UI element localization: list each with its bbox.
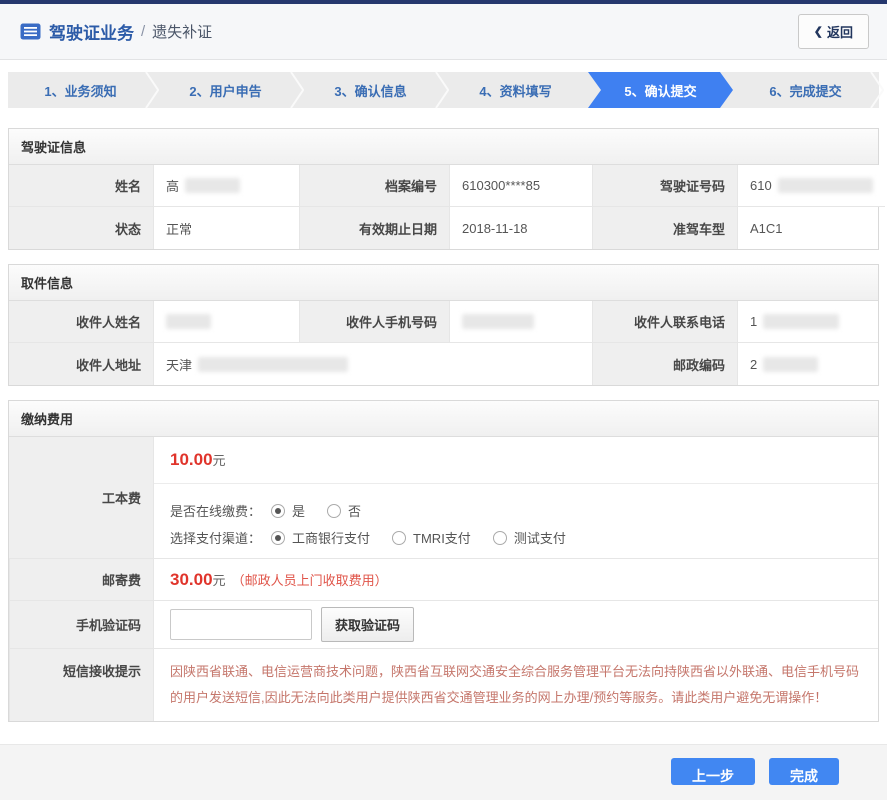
radio-channel-tmri[interactable]: TMRI支付 <box>392 528 471 547</box>
get-captcha-button[interactable]: 获取验证码 <box>321 607 414 642</box>
radio-icon[interactable] <box>327 504 341 518</box>
redacted-blur <box>778 178 873 193</box>
payment-channel-question-row: 选择支付渠道： 工商银行支付 TMRI支付 测试支付 <box>170 528 862 547</box>
work-fee-amount: 10.00 <box>170 450 213 469</box>
field-value-expiry-date: 2018-11-18 <box>449 207 592 249</box>
work-fee-amount-line: 10.00元 <box>154 437 878 483</box>
field-label-sms-tip: 短信接收提示 <box>9 649 153 721</box>
field-label-expiry-date: 有效期止日期 <box>299 207 449 249</box>
step-2-user-declaration[interactable]: 2、用户申告 <box>153 72 298 108</box>
step-separator <box>145 72 147 108</box>
work-fee-unit: 元 <box>213 453 226 468</box>
step-separator <box>870 72 872 108</box>
payment-options-block: 是否在线缴费： 是 否 选择支付渠道： 工商银行支付 TMRI支付 测试支付 <box>154 483 878 558</box>
redacted-blur <box>763 314 839 329</box>
step-separator <box>435 72 437 108</box>
pickup-info-section: 取件信息 收件人姓名 收件人手机号码 收件人联系电话 1 收件人地址 天津 邮政… <box>8 264 879 386</box>
section-title-fee: 缴纳费用 <box>9 401 878 437</box>
field-label-recipient-mobile: 收件人手机号码 <box>299 301 449 343</box>
step-3-confirm-info[interactable]: 3、确认信息 <box>298 72 443 108</box>
post-fee-amount: 30.00 <box>170 570 213 590</box>
page-title: 驾驶证业务 <box>49 19 134 44</box>
step-4-fill-materials[interactable]: 4、资料填写 <box>443 72 588 108</box>
payment-channel-question: 选择支付渠道： <box>170 528 261 547</box>
field-label-vehicle-class: 准驾车型 <box>592 207 737 249</box>
redacted-blur <box>185 178 240 193</box>
step-6-finish-submit[interactable]: 6、完成提交 <box>733 72 878 108</box>
license-info-table-row2: 状态 正常 有效期止日期 2018-11-18 准驾车型 A1C1 <box>9 207 878 249</box>
section-title-pickup: 取件信息 <box>9 265 878 301</box>
post-fee-unit: 元 <box>213 570 226 589</box>
field-value-recipient-name <box>153 301 299 343</box>
pickup-info-table-row2: 收件人地址 天津 邮政编码 2 <box>9 343 878 385</box>
section-title-license: 驾驶证信息 <box>9 129 878 165</box>
page-header: 驾驶证业务 / 遗失补证 ❮ 返回 <box>0 4 887 60</box>
redacted-blur <box>763 357 818 372</box>
fee-table: 工本费 10.00元 是否在线缴费： 是 否 选择支付渠道： 工商银行支付 TM… <box>9 437 878 721</box>
footer-bar: 上一步 完成 <box>0 744 887 800</box>
field-value-recipient-phone: 1 <box>737 301 878 343</box>
field-value-license-number: 610 <box>737 165 885 207</box>
pickup-info-table: 收件人姓名 收件人手机号码 收件人联系电话 1 <box>9 301 878 343</box>
field-label-work-fee: 工本费 <box>9 437 153 559</box>
field-label-postal-code: 邮政编码 <box>592 343 737 385</box>
captcha-cell: 获取验证码 <box>153 601 878 649</box>
back-button-label: 返回 <box>827 22 853 41</box>
radio-online-yes[interactable]: 是 <box>271 501 305 520</box>
step-separator <box>290 72 292 108</box>
field-label-captcha: 手机验证码 <box>9 601 153 649</box>
radio-channel-icbc[interactable]: 工商银行支付 <box>271 528 370 547</box>
license-info-table: 姓名 高 档案编号 610300****85 驾驶证号码 610 <box>9 165 878 207</box>
field-value-name: 高 <box>153 165 299 207</box>
radio-icon[interactable] <box>392 531 406 545</box>
radio-channel-test[interactable]: 测试支付 <box>493 528 566 547</box>
redacted-blur <box>166 314 211 329</box>
captcha-input[interactable] <box>170 609 312 640</box>
breadcrumb-separator: / <box>141 23 145 40</box>
field-label-status: 状态 <box>9 207 153 249</box>
finish-button[interactable]: 完成 <box>769 758 839 785</box>
radio-icon[interactable] <box>271 531 285 545</box>
step-wizard: 1、业务须知 2、用户申告 3、确认信息 4、资料填写 5、确认提交 6、完成提… <box>8 72 879 108</box>
work-fee-cell: 10.00元 是否在线缴费： 是 否 选择支付渠道： 工商银行支付 TMRI支付… <box>153 437 878 559</box>
post-fee-note: （邮政人员上门收取费用） <box>232 570 388 589</box>
fee-section: 缴纳费用 工本费 10.00元 是否在线缴费： 是 否 选择支付渠道： 工商银行… <box>8 400 879 722</box>
field-value-recipient-mobile <box>449 301 592 343</box>
online-payment-question: 是否在线缴费： <box>170 501 261 520</box>
step-5-confirm-submit[interactable]: 5、确认提交 <box>588 72 733 108</box>
radio-online-no[interactable]: 否 <box>327 501 361 520</box>
field-value-vehicle-class: A1C1 <box>737 207 878 249</box>
redacted-blur <box>462 314 534 329</box>
back-button[interactable]: ❮ 返回 <box>798 14 869 49</box>
radio-icon[interactable] <box>271 504 285 518</box>
field-label-file-number: 档案编号 <box>299 165 449 207</box>
sms-tip-cell: 因陕西省联通、电信运营商技术问题，陕西省互联网交通安全综合服务管理平台无法向持陕… <box>153 649 878 721</box>
radio-icon[interactable] <box>493 531 507 545</box>
field-label-recipient-name: 收件人姓名 <box>9 301 153 343</box>
field-label-license-number: 驾驶证号码 <box>592 165 737 207</box>
field-value-recipient-address: 天津 <box>153 343 592 385</box>
field-label-recipient-phone: 收件人联系电话 <box>592 301 737 343</box>
previous-step-button[interactable]: 上一步 <box>671 758 755 785</box>
redacted-blur <box>198 357 348 372</box>
field-value-file-number: 610300****85 <box>449 165 592 207</box>
field-label-name: 姓名 <box>9 165 153 207</box>
field-value-postal-code: 2 <box>737 343 878 385</box>
field-value-status: 正常 <box>153 207 299 249</box>
online-payment-question-row: 是否在线缴费： 是 否 <box>170 501 862 520</box>
field-label-post-fee: 邮寄费 <box>9 559 153 601</box>
field-label-recipient-address: 收件人地址 <box>9 343 153 385</box>
breadcrumb-current: 遗失补证 <box>152 21 212 42</box>
step-bar-filler <box>878 72 879 108</box>
license-info-section: 驾驶证信息 姓名 高 档案编号 610300****85 驾驶证号码 610 状… <box>8 128 879 250</box>
list-icon <box>20 23 41 40</box>
chevron-left-icon: ❮ <box>814 25 823 38</box>
sms-tip-text: 因陕西省联通、电信运营商技术问题，陕西省互联网交通安全综合服务管理平台无法向持陕… <box>170 655 862 715</box>
post-fee-cell: 30.00元 （邮政人员上门收取费用） <box>153 559 878 601</box>
step-1-business-notes[interactable]: 1、业务须知 <box>8 72 153 108</box>
